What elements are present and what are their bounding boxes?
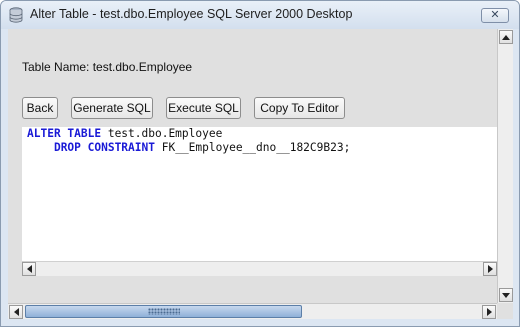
generate-sql-button[interactable]: Generate SQL	[71, 97, 153, 119]
editor-horizontal-scrollbar[interactable]	[22, 261, 497, 276]
arrow-up-icon	[502, 34, 510, 40]
back-button[interactable]: Back	[22, 97, 58, 119]
arrow-left-icon	[26, 265, 32, 273]
copy-to-editor-button[interactable]: Copy To Editor	[254, 97, 345, 119]
close-icon: ✕	[490, 9, 500, 21]
arrow-right-icon	[487, 265, 493, 273]
arrow-down-icon	[502, 292, 510, 298]
sql-editor[interactable]: ALTER TABLE test.dbo.Employee DROP CONST…	[22, 127, 497, 261]
sql-line-1: ALTER TABLE test.dbo.Employee	[27, 127, 222, 141]
scroll-down-button[interactable]	[499, 288, 513, 302]
scroll-content: Table Name: test.dbo.Employee Back Gener…	[8, 29, 497, 303]
scroll-right-button[interactable]	[483, 262, 497, 276]
window-horizontal-scrollbar[interactable]	[8, 303, 497, 319]
window-scroll-left-button[interactable]	[9, 305, 23, 319]
scroll-up-button[interactable]	[499, 30, 513, 44]
close-button[interactable]: ✕	[481, 8, 509, 23]
scrollbar-corner	[497, 303, 513, 319]
sql-keyword: ALTER TABLE	[27, 127, 102, 140]
window-scroll-right-button[interactable]	[482, 305, 496, 319]
title-bar[interactable]: Alter Table - test.dbo.Employee SQL Serv…	[1, 1, 519, 29]
window-client-area: Table Name: test.dbo.Employee Back Gener…	[8, 29, 513, 319]
horizontal-scroll-thumb[interactable]	[25, 305, 302, 318]
database-icon	[9, 7, 23, 23]
window-title: Alter Table - test.dbo.Employee SQL Serv…	[30, 7, 353, 21]
sql-line-2: DROP CONSTRAINT FK__Employee__dno__182C9…	[27, 141, 350, 155]
scroll-left-button[interactable]	[22, 262, 36, 276]
arrow-right-icon	[486, 308, 492, 316]
sql-indent	[27, 141, 54, 154]
table-name-label: Table Name: test.dbo.Employee	[22, 60, 193, 74]
sql-text: FK__Employee__dno__182C9B23;	[155, 141, 351, 154]
alter-table-window: Alter Table - test.dbo.Employee SQL Serv…	[0, 0, 520, 327]
arrow-left-icon	[13, 308, 19, 316]
window-vertical-scrollbar[interactable]	[497, 29, 513, 303]
sql-text: test.dbo.Employee	[101, 127, 223, 140]
sql-keyword: DROP CONSTRAINT	[53, 141, 155, 154]
grip-icon	[147, 308, 180, 315]
execute-sql-button[interactable]: Execute SQL	[166, 97, 241, 119]
